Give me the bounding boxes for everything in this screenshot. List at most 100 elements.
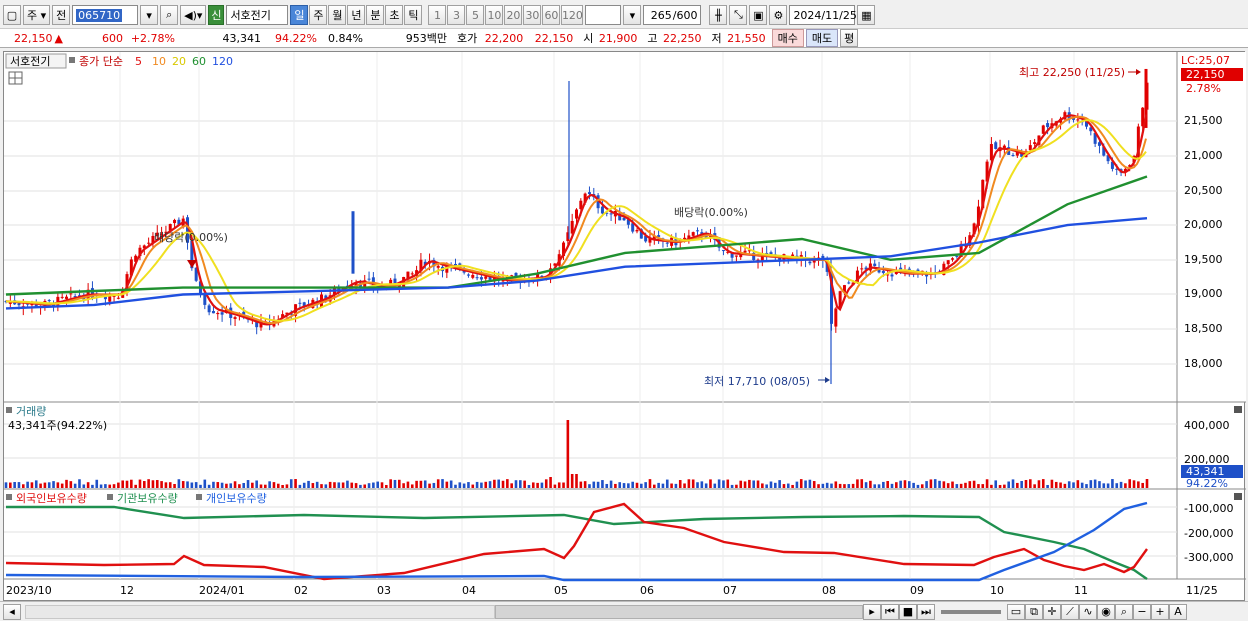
stock-name-field[interactable]: 서호전기 (226, 5, 289, 25)
volume-bar (117, 482, 120, 488)
volume-bar (1076, 480, 1080, 488)
x-tick: 07 (723, 584, 737, 597)
volume-bar (1124, 483, 1127, 488)
period-year-button[interactable]: 년 (347, 5, 366, 25)
font-size-icon[interactable]: A (1169, 603, 1187, 620)
volume-bar (622, 483, 626, 488)
period-month-button[interactable]: 월 (328, 5, 347, 25)
market-select[interactable]: 주 ▾ (23, 5, 51, 25)
sound-icon[interactable]: ◀)▾ (180, 5, 207, 25)
volume-bar (821, 483, 825, 488)
step-1-button[interactable]: 1 (428, 5, 447, 25)
zoom-out-icon[interactable]: − (1133, 603, 1151, 620)
volume-bar (125, 480, 129, 488)
rewind-icon[interactable]: ⏮ (881, 603, 899, 620)
volume-bar (143, 481, 146, 488)
volume-bar (1080, 482, 1084, 488)
step-20-button[interactable]: 20 (504, 5, 523, 25)
step-120-button[interactable]: 120 (561, 5, 584, 25)
prefix-button[interactable]: 전 (52, 5, 71, 25)
volume-bar (419, 480, 423, 488)
bid-price: 22,150 (534, 31, 574, 45)
chart-area[interactable]: 서호전기 종가 단순 5 10 20 60 120 LC:25,07 22,15… (3, 51, 1246, 602)
camera-icon[interactable]: ◉ (1097, 603, 1115, 620)
date-field[interactable]: 2024/11/25 (789, 5, 857, 25)
candle-body (173, 219, 177, 224)
period-week-button[interactable]: 주 (309, 5, 328, 25)
period-second-button[interactable]: 초 (385, 5, 404, 25)
step-10-button[interactable]: 10 (485, 5, 504, 25)
gear-icon[interactable]: ⚙ (769, 5, 788, 25)
stop-icon[interactable]: ■ (899, 603, 917, 620)
save-icon[interactable]: ▣ (749, 5, 768, 25)
split-icon[interactable]: ⧉ (1025, 603, 1043, 620)
candle-body (955, 255, 959, 257)
candle-body (847, 282, 851, 284)
scroll-right-icon[interactable]: ▸ (863, 603, 881, 620)
volume-bar (1029, 479, 1032, 488)
volume-bar (1046, 484, 1049, 488)
step-3-button[interactable]: 3 (447, 5, 466, 25)
draw-tool-icon[interactable]: ⤡ (729, 5, 748, 25)
volume-bar (324, 484, 328, 488)
chart-canvas[interactable]: 서호전기 종가 단순 5 10 20 60 120 LC:25,07 22,15… (4, 52, 1246, 602)
y-tick: 19,000 (1184, 287, 1223, 300)
volume-bar (1020, 480, 1023, 488)
volume-bar (527, 484, 531, 488)
window-menu-icon[interactable]: ▢ (3, 5, 21, 25)
panel-close-icon[interactable] (1234, 493, 1242, 500)
volume-bar (432, 482, 436, 488)
forward-icon[interactable]: ⏭ (917, 603, 935, 620)
period-minute-button[interactable]: 분 (366, 5, 385, 25)
zoom-slider[interactable] (941, 609, 1001, 614)
eval-button[interactable]: 평 (840, 29, 859, 47)
calendar-icon[interactable]: ▦ (857, 5, 876, 25)
layout-icon[interactable]: ▭ (1007, 603, 1025, 620)
volume-bar (337, 482, 341, 488)
volume-bar (665, 479, 669, 488)
zoom-in-icon[interactable]: + (1151, 603, 1169, 620)
volume-bar (544, 479, 548, 488)
crosshair-icon[interactable]: ✛ (1043, 603, 1061, 620)
legend-marker (6, 407, 12, 413)
sell-button[interactable]: 매도 (805, 29, 839, 47)
volume-bar (1141, 482, 1144, 488)
panel-close-icon[interactable] (1234, 406, 1242, 413)
step-5-button[interactable]: 5 (466, 5, 485, 25)
candle-type-icon[interactable]: ╫ (709, 5, 728, 25)
legend-ma120: 120 (212, 55, 233, 68)
wave-icon[interactable]: ∿ (1079, 603, 1097, 620)
code-dropdown-icon[interactable]: ▾ (140, 5, 159, 25)
volume-bar (1085, 484, 1088, 488)
stock-code-input[interactable]: 065710 (72, 5, 139, 25)
volume-bar (34, 480, 38, 488)
scroll-left-icon[interactable]: ◂ (3, 603, 21, 620)
x-axis: 2023/10 12 2024/01 02 03 04 05 06 07 08 … (6, 584, 1218, 597)
count-field[interactable]: 265/600 (643, 5, 702, 25)
scrollbar-track[interactable] (25, 604, 495, 619)
step-30-button[interactable]: 30 (523, 5, 542, 25)
period-tick-button[interactable]: 틱 (404, 5, 423, 25)
zoom-icon[interactable]: ⌕ (1115, 603, 1133, 620)
hold-y-tick: -100,000 (1184, 502, 1233, 515)
volume-bar (480, 482, 483, 488)
volume-bar (108, 484, 112, 488)
period-day-button[interactable]: 일 (290, 5, 309, 25)
volume-bar (955, 484, 959, 488)
custom-step-input[interactable] (585, 5, 622, 25)
volume-bar (1128, 479, 1132, 488)
volume-bar (276, 483, 280, 488)
step-dropdown-icon[interactable]: ▾ (623, 5, 642, 25)
candle-body (951, 258, 955, 260)
volume-bar (415, 480, 418, 488)
buy-button[interactable]: 매수 (771, 29, 804, 47)
step-60-button[interactable]: 60 (542, 5, 561, 25)
stock-badge: 신 (208, 5, 225, 25)
trend-icon[interactable]: ⟋ (1061, 603, 1079, 620)
search-icon[interactable]: ⌕ (160, 5, 179, 25)
scrollbar-thumb[interactable] (495, 604, 863, 619)
legend-marker (107, 494, 113, 500)
volume-bar (380, 482, 384, 488)
volume-bar (393, 479, 397, 488)
volume-bar (298, 484, 302, 488)
